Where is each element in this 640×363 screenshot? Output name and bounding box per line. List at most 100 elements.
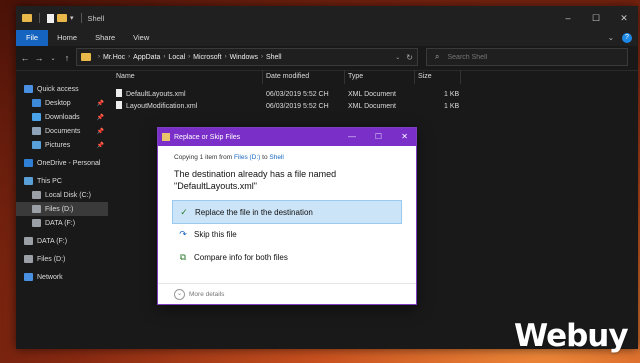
sidebar-item-label: Network	[37, 273, 63, 281]
skip-icon: ↷	[179, 228, 187, 239]
address-dropdown-icon[interactable]: ⌄	[395, 54, 400, 61]
pin-icon[interactable]: 📌	[97, 100, 104, 107]
sidebar-item[interactable]: This PC	[16, 174, 108, 188]
disk-icon	[32, 191, 41, 199]
title-bar: ▾ Shell – ☐ ✕	[16, 6, 638, 30]
refresh-icon[interactable]: ↻	[406, 53, 413, 62]
column-header-date[interactable]: Date modified	[266, 70, 309, 84]
tab-home[interactable]: Home	[48, 30, 86, 46]
search-input[interactable]	[445, 52, 610, 62]
new-folder-icon[interactable]	[57, 14, 67, 22]
minimize-button[interactable]: –	[554, 6, 582, 30]
tab-view[interactable]: View	[124, 30, 158, 46]
dialog-minimize-button[interactable]: —	[348, 128, 356, 146]
folder-icon	[22, 14, 32, 22]
more-details-toggle[interactable]: ⌄ More details	[158, 283, 416, 304]
close-button[interactable]: ✕	[610, 6, 638, 30]
sidebar-item[interactable]: Network	[16, 270, 108, 284]
tab-share[interactable]: Share	[86, 30, 124, 46]
sidebar-item[interactable]: Files (D:)	[16, 252, 108, 266]
maximize-button[interactable]: ☐	[582, 6, 610, 30]
sidebar-item-label: This PC	[37, 177, 62, 185]
sidebar-item-label: DATA (F:)	[37, 237, 68, 245]
copy-status: Copying 1 item from Files (D:) to Shell	[174, 154, 284, 161]
help-icon[interactable]: ?	[622, 33, 632, 43]
chevron-down-icon[interactable]: ▾	[70, 14, 74, 22]
cloud-icon	[24, 159, 33, 167]
ribbon: File Home Share View ⌄ ?	[16, 30, 638, 46]
breadcrumb-item[interactable]: Microsoft	[193, 54, 221, 61]
recent-locations-icon[interactable]: ⌄	[46, 55, 60, 62]
file-size: 1 KB	[444, 103, 460, 110]
breadcrumb-item[interactable]: Local	[168, 54, 185, 61]
destination-link[interactable]: Shell	[269, 154, 283, 161]
sidebar-item[interactable]: DATA (F:)	[16, 234, 108, 248]
breadcrumb-item[interactable]: AppData	[133, 54, 160, 61]
pc-icon	[24, 177, 33, 185]
file-date: 06/03/2019 5:52 CH	[266, 91, 329, 98]
properties-icon[interactable]	[47, 13, 54, 23]
sidebar-item[interactable]: DATA (F:)	[16, 216, 108, 230]
breadcrumb-item[interactable]: Mr.Hoc	[103, 54, 125, 61]
sidebar-item[interactable]: OneDrive - Personal	[16, 156, 108, 170]
sidebar-item-label: Files (D:)	[37, 255, 66, 263]
sidebar-item-label: OneDrive - Personal	[37, 159, 101, 167]
sidebar-item[interactable]: Local Disk (C:)	[16, 188, 108, 202]
pin-icon[interactable]: 📌	[97, 114, 104, 121]
dialog-question: The destination already has a file named…	[174, 169, 337, 191]
file-date: 06/03/2019 5:52 CH	[266, 103, 329, 110]
column-header-name[interactable]: Name	[116, 70, 135, 84]
disk-icon	[32, 219, 41, 227]
up-arrow-icon[interactable]: ↑	[60, 53, 74, 63]
disk-icon	[32, 205, 41, 213]
file-size: 1 KB	[444, 91, 460, 98]
network-icon	[24, 273, 33, 281]
dialog-option[interactable]: ↷ Skip this file	[172, 223, 400, 245]
pin-icon[interactable]: 📌	[97, 128, 104, 135]
dialog-close-button[interactable]: ✕	[401, 128, 408, 146]
search-icon: ⌕	[435, 52, 440, 61]
sidebar-item-label: DATA (F:)	[45, 219, 76, 227]
back-arrow-icon[interactable]: ←	[18, 53, 32, 63]
webuy-watermark-logo: Webuy	[514, 318, 629, 354]
forward-arrow-icon[interactable]: →	[32, 53, 46, 63]
file-icon	[116, 101, 122, 109]
documents-icon	[32, 127, 41, 135]
dialog-maximize-button[interactable]: ☐	[375, 128, 382, 146]
sidebar-item[interactable]: Desktop 📌	[16, 96, 108, 110]
source-link[interactable]: Files (D:)	[234, 154, 260, 161]
sidebar-item-label: Files (D:)	[45, 205, 74, 213]
file-name[interactable]: DefaultLayouts.xml	[116, 89, 186, 101]
dialog-option[interactable]: ⧉ Compare info for both files	[172, 246, 400, 268]
column-header-size[interactable]: Size	[418, 70, 432, 84]
replace-or-skip-dialog: Replace or Skip Files — ☐ ✕ Copying 1 it…	[158, 128, 416, 304]
pictures-icon	[32, 141, 41, 149]
tab-file[interactable]: File	[16, 30, 49, 46]
breadcrumb-item[interactable]: Shell	[266, 54, 282, 61]
dialog-option[interactable]: ✓ Replace the file in the destination	[172, 200, 402, 224]
sidebar-item[interactable]: Downloads 📌	[16, 110, 108, 124]
copy-icon	[162, 133, 170, 141]
column-header-type[interactable]: Type	[348, 70, 363, 84]
sidebar-item[interactable]: Files (D:)	[16, 202, 108, 216]
address-bar[interactable]: › Mr.Hoc › AppData › Local › Microsoft ›…	[76, 48, 418, 66]
sidebar-item[interactable]: Documents 📌	[16, 124, 108, 138]
sidebar-item-label: Documents	[45, 127, 81, 135]
search-box[interactable]: ⌕	[426, 48, 628, 66]
expand-ribbon-icon[interactable]: ⌄	[608, 30, 614, 46]
disk-icon	[24, 237, 33, 245]
pin-icon[interactable]: 📌	[97, 142, 104, 149]
dialog-option-label: Compare info for both files	[194, 252, 288, 262]
sidebar-item[interactable]: Pictures 📌	[16, 138, 108, 152]
more-details-label: More details	[189, 290, 225, 298]
sidebar-item-label: Quick access	[37, 85, 79, 93]
compare-icon: ⧉	[179, 251, 187, 262]
star-icon	[24, 85, 33, 93]
file-name[interactable]: LayoutModification.xml	[116, 101, 197, 113]
download-icon	[32, 113, 41, 121]
breadcrumb-item[interactable]: Windows	[230, 54, 258, 61]
sidebar-item[interactable]: Quick access	[16, 82, 108, 96]
sidebar-item-label: Pictures	[45, 141, 71, 149]
sidebar-item-label: Local Disk (C:)	[45, 191, 91, 199]
window-title: Shell	[87, 13, 105, 23]
